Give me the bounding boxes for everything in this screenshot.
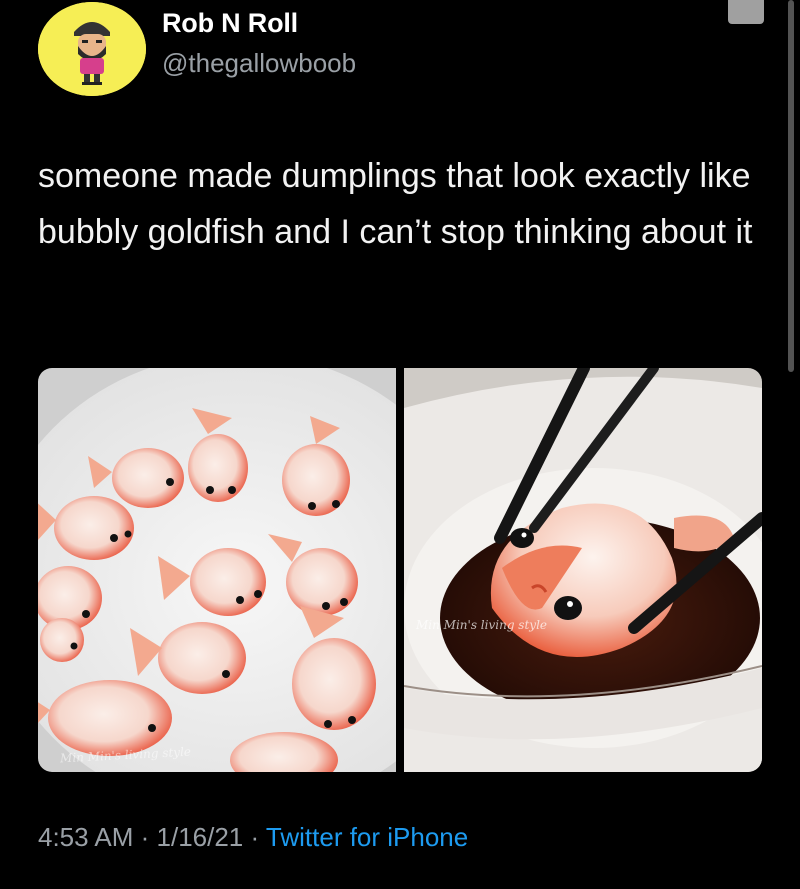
photo-dumpling-chopsticks[interactable]: Min Min's living style bbox=[404, 368, 762, 772]
meta-separator: · bbox=[133, 822, 157, 852]
scrollbar[interactable] bbox=[788, 0, 794, 372]
tweet-date[interactable]: 1/16/21 bbox=[157, 822, 244, 852]
bowl-image bbox=[404, 368, 762, 772]
plate-image bbox=[38, 368, 396, 772]
tweet-text: someone made dumplings that look exactly… bbox=[38, 157, 753, 251]
tweet-meta: 4:53 AM · 1/16/21 · Twitter for iPhone bbox=[38, 822, 468, 853]
tweet-time[interactable]: 4:53 AM bbox=[38, 822, 133, 852]
avatar[interactable] bbox=[38, 2, 146, 96]
user-handle[interactable]: @thegallowboob bbox=[162, 48, 356, 79]
watermark-right: Min Min's living style bbox=[416, 618, 548, 632]
tweet-header: Rob N Roll @thegallowboob bbox=[0, 0, 800, 120]
photo-goldfish-dumplings-plate[interactable]: Min Min's living style bbox=[38, 368, 396, 772]
avatar-illustration bbox=[38, 2, 146, 96]
display-name[interactable]: Rob N Roll bbox=[162, 8, 298, 39]
more-options-button[interactable] bbox=[728, 0, 764, 24]
tweet-source-link[interactable]: Twitter for iPhone bbox=[266, 822, 468, 852]
media-grid[interactable]: Min Min's living style Min Min's living … bbox=[38, 368, 762, 772]
meta-separator: · bbox=[243, 822, 266, 852]
